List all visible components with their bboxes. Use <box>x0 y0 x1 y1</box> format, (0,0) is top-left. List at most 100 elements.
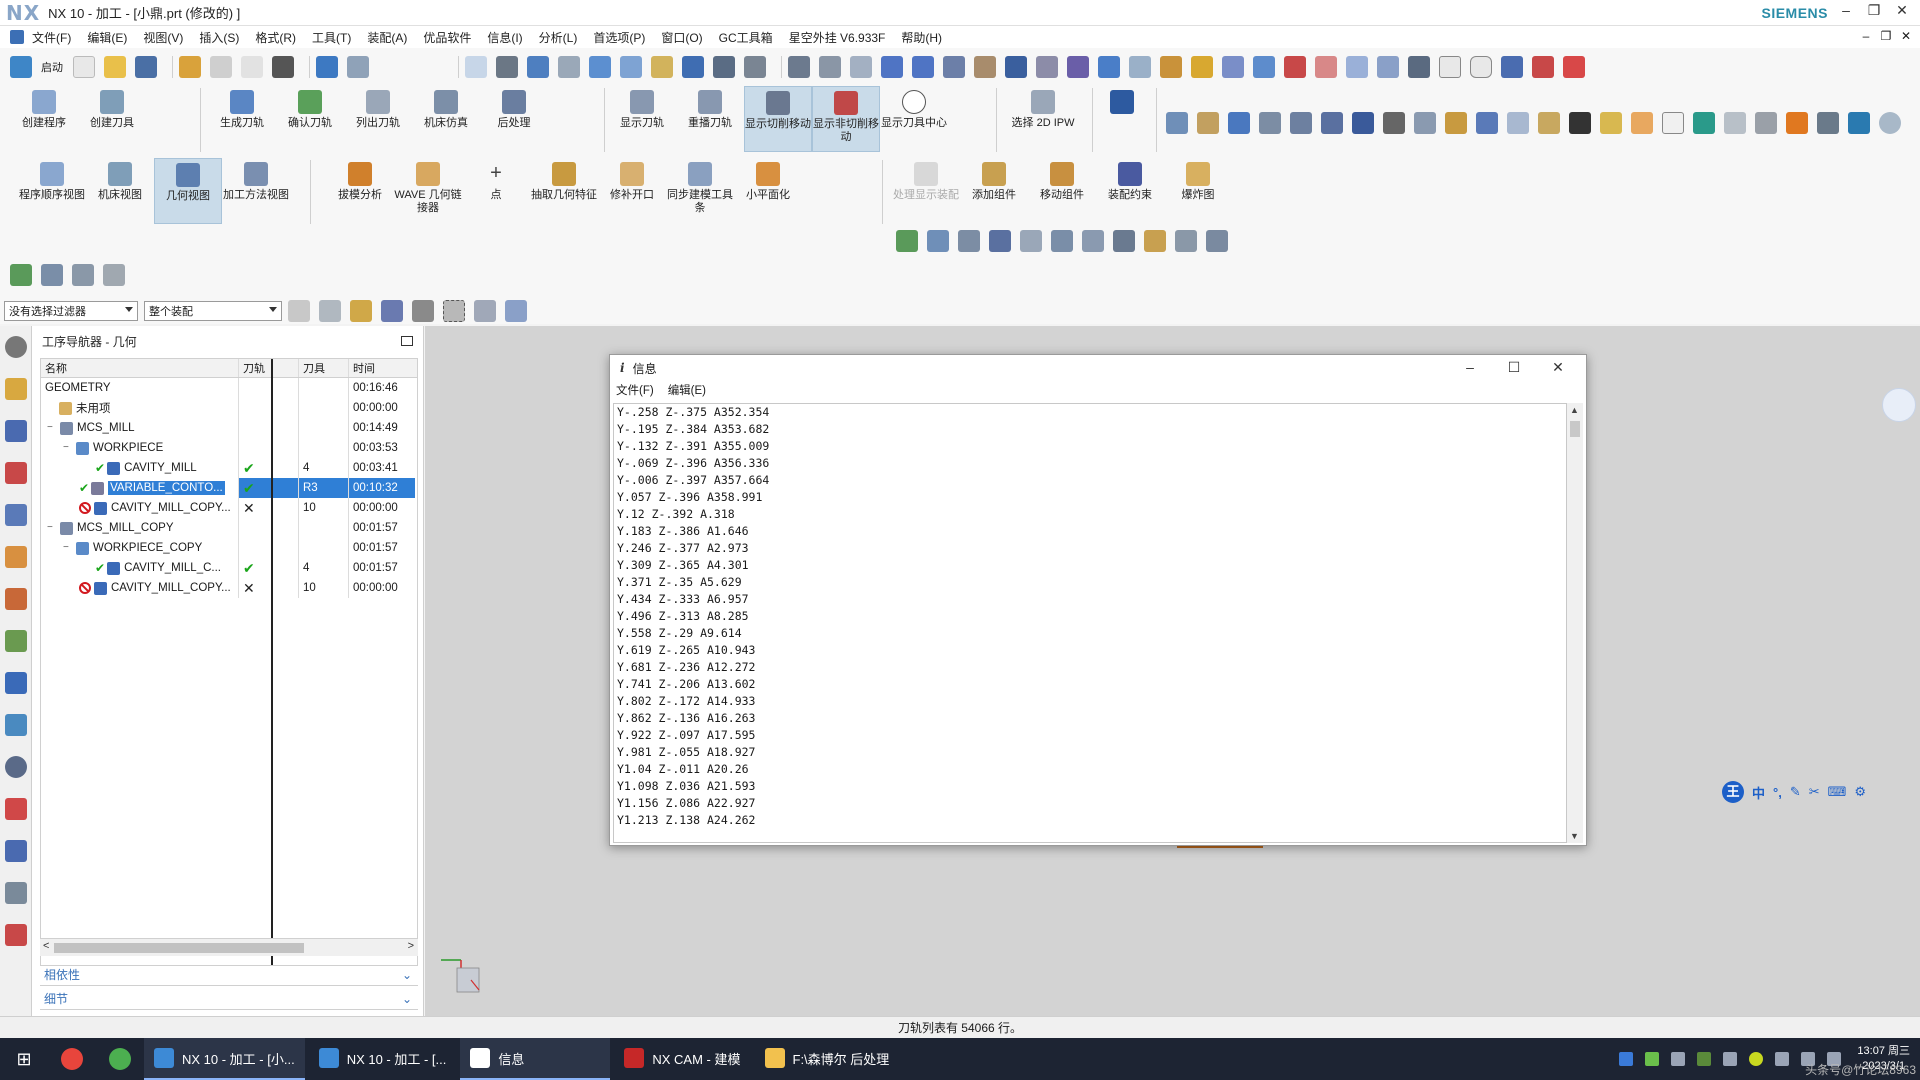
tool-f-icon[interactable] <box>1005 56 1027 78</box>
tray-icon[interactable] <box>1671 1052 1686 1066</box>
create-tool-button[interactable]: 创建刀具 <box>78 86 146 152</box>
taskbar-item-info[interactable]: 信息 <box>460 1038 611 1080</box>
view-pin-button[interactable] <box>1102 86 1142 152</box>
app-icon[interactable] <box>109 1048 131 1070</box>
tool-a-icon[interactable] <box>788 56 810 78</box>
resource-icon[interactable] <box>5 546 27 568</box>
resource-icon[interactable] <box>5 420 27 442</box>
resource-icon[interactable] <box>5 714 27 736</box>
new-file-icon[interactable] <box>73 56 95 78</box>
layer-icon[interactable] <box>558 56 580 78</box>
table-row[interactable]: CAVITY_MILL_COPY... ✕ 10 00:00:00 <box>41 498 417 518</box>
create-program-button[interactable]: 创建程序 <box>10 86 78 152</box>
table-row[interactable]: 未用项 00:00:00 <box>41 398 417 418</box>
minimize-button[interactable]: – <box>1832 2 1860 19</box>
tool-icon[interactable] <box>1631 112 1653 134</box>
tool-c-icon[interactable] <box>850 56 872 78</box>
clock-icon[interactable] <box>1879 112 1901 134</box>
tool-icon[interactable] <box>1113 230 1135 252</box>
ime-handwrite-icon[interactable]: ✎ <box>1790 784 1801 800</box>
column-time[interactable]: 时间 <box>349 359 415 377</box>
menu-window[interactable]: 窗口(O) <box>661 29 702 46</box>
tool-u-icon[interactable] <box>1532 56 1554 78</box>
exploded-view-button[interactable]: 爆炸图 <box>1164 158 1232 224</box>
gear-icon[interactable] <box>5 336 27 358</box>
tool-icon[interactable] <box>1082 230 1104 252</box>
tool-icon[interactable] <box>927 230 949 252</box>
machine-view-button[interactable]: 机床视图 <box>86 158 154 224</box>
scroll-thumb[interactable] <box>54 943 304 953</box>
dialog-menu-file[interactable]: 文件(F) <box>616 382 654 398</box>
tool-icon[interactable] <box>72 264 94 286</box>
taskbar-item-nx2[interactable]: NX 10 - 加工 - [... <box>309 1038 457 1080</box>
patch-opening-button[interactable]: 修补开口 <box>598 158 666 224</box>
box-select-icon[interactable] <box>443 300 465 322</box>
dialog-menu-edit[interactable]: 编辑(E) <box>668 382 706 398</box>
tool-icon[interactable] <box>1445 112 1467 134</box>
start-button[interactable]: 启动 <box>41 59 63 75</box>
menu-tools[interactable]: 工具(T) <box>312 29 351 46</box>
ime-settings-icon[interactable]: ⚙ <box>1854 784 1866 800</box>
tool-l-icon[interactable] <box>1191 56 1213 78</box>
printer-icon[interactable] <box>1755 112 1777 134</box>
tool-icon[interactable] <box>1321 112 1343 134</box>
app-menu-icon[interactable] <box>10 30 24 44</box>
check-icon[interactable] <box>10 264 32 286</box>
tool-q-icon[interactable] <box>1346 56 1368 78</box>
tool-h-icon[interactable] <box>1067 56 1089 78</box>
menu-preferences[interactable]: 首选项(P) <box>593 29 645 46</box>
tool-b-icon[interactable] <box>819 56 841 78</box>
table-row[interactable]: ✔ CAVITY_MILL_C... ✔ 4 00:01:57 <box>41 558 417 578</box>
postprocess-button[interactable]: 后处理 <box>480 86 548 152</box>
table-row[interactable]: GEOMETRY 00:16:46 <box>41 378 417 398</box>
swap-icon[interactable] <box>1786 112 1808 134</box>
assembly-scope-select[interactable]: 整个装配 <box>144 301 282 321</box>
show-cut-move-button[interactable]: 显示切削移动 <box>744 86 812 152</box>
sync-modeling-button[interactable]: 同步建模工具条 <box>666 158 734 224</box>
view-orient-icon[interactable] <box>527 56 549 78</box>
resource-icon[interactable] <box>5 588 27 610</box>
tool-icon[interactable] <box>989 230 1011 252</box>
pencil-icon[interactable] <box>1600 112 1622 134</box>
tool-icon[interactable] <box>505 300 527 322</box>
move-component-button[interactable]: 移动组件 <box>1028 158 1096 224</box>
menu-help[interactable]: 帮助(H) <box>901 29 942 46</box>
dialog-minimize-button[interactable]: – <box>1448 359 1492 376</box>
menu-assembly[interactable]: 装配(A) <box>367 29 407 46</box>
ime-logo-icon[interactable]: 王 <box>1722 781 1744 803</box>
tool-icon[interactable] <box>1290 112 1312 134</box>
calculator-icon[interactable] <box>1848 112 1870 134</box>
extract-geometry-button[interactable]: 抽取几何特征 <box>530 158 598 224</box>
section-view-icon[interactable] <box>589 56 611 78</box>
tool-icon[interactable] <box>41 264 63 286</box>
tool-icon[interactable] <box>1166 112 1188 134</box>
polygon-icon[interactable] <box>1470 56 1492 78</box>
horizontal-scrollbar[interactable]: < > <box>40 938 418 956</box>
resource-icon[interactable] <box>5 672 27 694</box>
column-name[interactable]: 名称 <box>41 359 239 377</box>
delete-icon[interactable] <box>272 56 294 78</box>
table-row[interactable]: CAVITY_MILL_COPY... ✕ 10 00:00:00 <box>41 578 417 598</box>
tool-v-icon[interactable] <box>1563 56 1585 78</box>
tray-icon[interactable] <box>1723 1052 1738 1066</box>
resource-icon[interactable] <box>5 630 27 652</box>
machine-sim-button[interactable]: 机床仿真 <box>412 86 480 152</box>
tool-icon[interactable] <box>1020 230 1042 252</box>
verify-toolpath-button[interactable]: 确认刀轨 <box>276 86 344 152</box>
scroll-thumb[interactable] <box>1570 421 1580 437</box>
point-button[interactable]: + 点 <box>462 158 530 224</box>
tool-e-icon[interactable] <box>974 56 996 78</box>
tool-icon[interactable] <box>1197 112 1219 134</box>
tool-icon[interactable] <box>1144 230 1166 252</box>
resource-icon[interactable] <box>5 882 27 904</box>
tool-icon[interactable] <box>381 300 403 322</box>
paste-icon[interactable] <box>241 56 263 78</box>
scroll-down-icon[interactable]: ▼ <box>1570 831 1579 841</box>
collapse-icon[interactable]: − <box>63 443 73 453</box>
tool-icon[interactable] <box>1693 112 1715 134</box>
open-folder-icon[interactable] <box>104 56 126 78</box>
history-icon[interactable] <box>5 756 27 778</box>
arrow-right-icon[interactable] <box>912 56 934 78</box>
ime-chinese-toggle[interactable]: 中 <box>1752 783 1765 802</box>
tool-icon[interactable] <box>1259 112 1281 134</box>
